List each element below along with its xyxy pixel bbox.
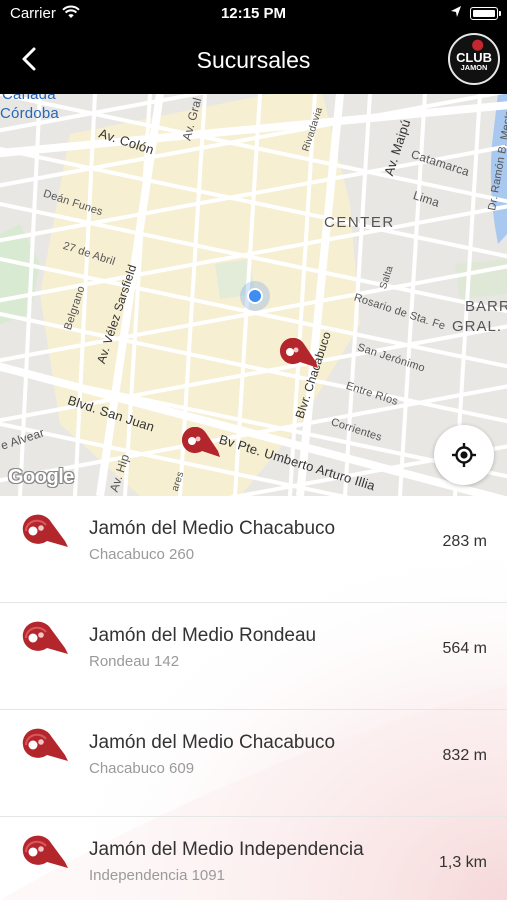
ham-icon <box>22 728 68 761</box>
map-label: Cañada <box>2 94 56 103</box>
branch-pin-icon[interactable] <box>180 427 222 461</box>
branch-address: Chacabuco 609 <box>89 760 195 777</box>
ham-icon <box>22 514 68 547</box>
map-label: CENTER <box>324 214 395 231</box>
crosshair-icon <box>452 443 476 467</box>
my-location-button[interactable] <box>434 425 494 485</box>
club-jamon-logo: CLUB JAMON <box>448 33 500 85</box>
logo-jamon-text: JAMON <box>461 63 488 72</box>
branch-distance: 283 m <box>442 533 487 550</box>
branch-row[interactable]: Jamón del Medio Rondeau Rondeau 142 564 … <box>0 603 507 710</box>
branch-name: Jamón del Medio Rondeau <box>89 625 317 646</box>
clock: 12:15 PM <box>220 5 287 22</box>
google-logo: Google <box>8 466 74 488</box>
map-label: BARR <box>465 298 507 315</box>
branch-name: Jamón del Medio Chacabuco <box>89 732 336 753</box>
location-arrow-icon <box>450 5 462 23</box>
branch-distance: 564 m <box>442 640 487 657</box>
branch-distance: 1,3 km <box>438 854 487 871</box>
ham-icon <box>22 621 68 654</box>
branch-name: Jamón del Medio Chacabuco <box>89 518 336 539</box>
map-view[interactable]: Cañada Córdoba Av. Colón Av. Gral Rivada… <box>0 94 507 496</box>
branch-name: Jamón del Medio Independencia <box>89 839 364 860</box>
branch-pin-icon[interactable] <box>278 338 320 372</box>
user-location-dot <box>240 281 270 311</box>
branch-row[interactable]: Jamón del Medio Independencia Independen… <box>0 817 507 900</box>
branch-row[interactable]: Jamón del Medio Chacabuco Chacabuco 260 … <box>0 496 507 603</box>
page-title: Sucursales <box>196 47 311 73</box>
branch-distance: 832 m <box>442 747 487 764</box>
map-label: Córdoba <box>0 105 59 122</box>
branch-address: Independencia 1091 <box>89 867 225 884</box>
ham-icon <box>22 835 68 868</box>
battery-icon <box>470 7 498 20</box>
branch-address: Rondeau 142 <box>89 653 180 670</box>
branch-list[interactable]: Jamón del Medio Chacabuco Chacabuco 260 … <box>0 496 507 900</box>
top-bar: Carrier 12:15 PM Sucursales CLUB JAMON <box>0 0 507 94</box>
status-bar: Carrier 12:15 PM <box>0 0 507 30</box>
branch-address: Chacabuco 260 <box>89 546 195 563</box>
branch-row[interactable]: Jamón del Medio Chacabuco Chacabuco 609 … <box>0 710 507 817</box>
map-label: GRAL. <box>452 318 503 335</box>
